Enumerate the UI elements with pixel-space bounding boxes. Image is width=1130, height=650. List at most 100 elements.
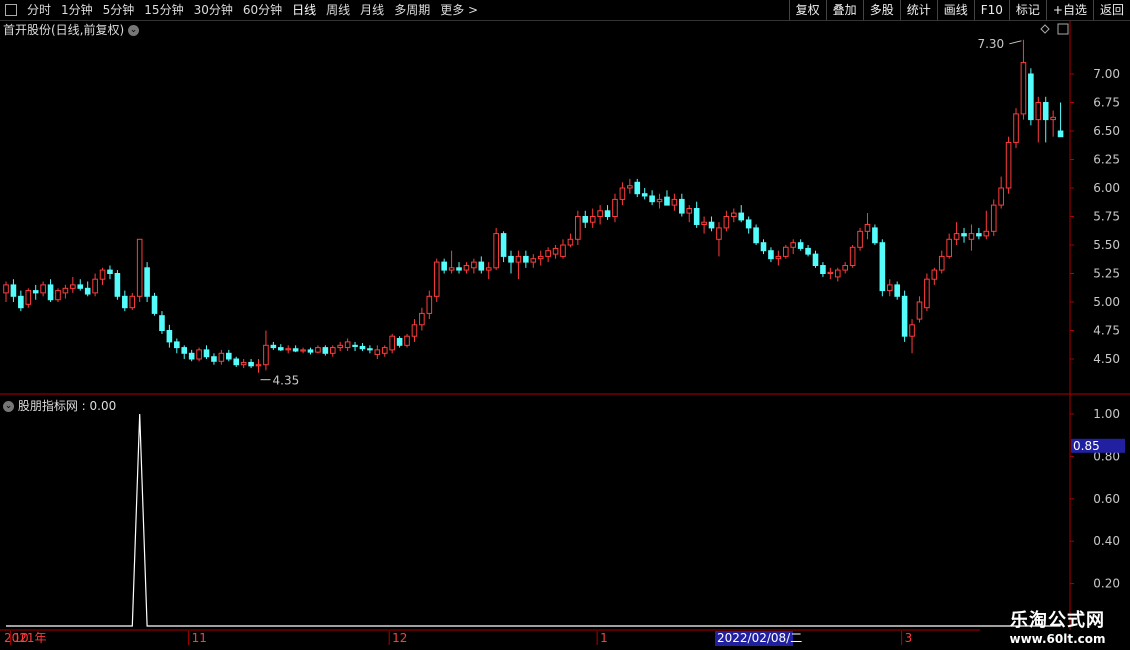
candle-body [664,196,670,206]
candle-body [40,284,46,294]
candle-body [545,250,551,257]
candle-body [968,233,975,240]
month-label: 11 [192,631,207,645]
candle-body [1050,116,1056,121]
price-tick-label: 6.50 [1093,124,1120,138]
candle-body [1013,113,1019,143]
candle-body [649,195,655,203]
candle-body [485,267,492,271]
candle-body [753,227,759,244]
candle-body [307,349,314,353]
candle-body [322,347,329,354]
candle-body [374,349,381,355]
diamond-icon[interactable] [1040,24,1050,34]
candle-body [233,358,240,366]
candle-body [924,278,930,309]
candle-body [656,198,663,203]
candle-body [938,255,945,271]
candle-body [560,244,566,257]
candle-body [99,269,106,280]
candle-body [70,284,76,289]
candle-body [337,344,343,349]
candle-body [263,344,269,366]
candle-body [812,253,819,267]
candle-body [857,230,863,248]
candle-body [567,238,574,246]
candle-body [500,233,507,257]
candle-body [886,284,893,292]
candle-body [686,208,693,214]
cursor-date-label: 2022/02/08/二 [717,631,802,645]
kline-chart[interactable]: 4.50 4.75 5.00 5.25 5.50 5.75 6.00 6.25 6.50 6.75… [0,0,1130,650]
candle-body [463,265,470,271]
candle-body [277,347,284,351]
candle-body [77,284,84,289]
price-tick-label: 5.00 [1093,295,1120,309]
candle-body [671,198,678,206]
candle-body [946,238,952,257]
candle-body [827,271,834,274]
candle-body [879,242,886,292]
candle-body [1028,73,1034,121]
candle-body [174,341,180,349]
candle-body [701,221,707,225]
candle-body [433,261,440,297]
candle-body [723,216,730,229]
candle-body [842,265,849,271]
price-tick-label: 6.75 [1093,96,1120,110]
price-tick-label: 4.75 [1093,324,1120,338]
candle-body [693,208,700,225]
candle-body [523,255,529,263]
candle-body [849,246,856,267]
candle-body [181,347,188,354]
candle-body [144,267,150,297]
indicator-line [6,413,1061,627]
candle-body [820,265,826,274]
candle-body [530,258,537,263]
candle-body [775,255,782,260]
candle-body [240,361,247,366]
candle-body [32,290,39,294]
candle-body [248,361,254,367]
candle-body [92,278,98,294]
candle-body [426,295,433,314]
candle-body [679,198,685,214]
candle-body [114,273,121,297]
candle-body [790,242,797,248]
candle-body [641,193,648,197]
candle-body [990,204,997,232]
candle-body [300,349,306,352]
candle-body [1042,102,1049,121]
candle-body [329,347,336,354]
candle-body [55,290,61,301]
candle-body [3,284,9,294]
candle-body [25,290,32,305]
candle-body [961,233,967,237]
candle-body [909,324,915,337]
candle-body [894,284,900,297]
candle-body [255,364,262,367]
candle-body [575,216,581,240]
candle-body [129,295,136,309]
candle-body [285,348,292,351]
price-tick-label: 7.00 [1093,67,1120,81]
candle-body [47,284,54,301]
candle-body [196,349,202,360]
candle-body [612,198,618,217]
candle-body [419,312,425,326]
candle-body [931,269,938,280]
candle-body [537,255,544,260]
candle-body [359,345,366,350]
indicator-tick-label: 1.00 [1093,407,1120,421]
candle-body [589,216,596,223]
candle-body [916,301,923,320]
panel-toggle-icon[interactable] [1057,23,1069,35]
price-tick-label: 5.75 [1093,210,1120,224]
candle-body [188,352,195,360]
candle-body [834,269,841,278]
candle-body [864,223,871,232]
candle-body [315,347,321,353]
price-tick-label: 5.50 [1093,238,1120,252]
candle-body [203,349,210,358]
candle-body [716,227,722,240]
